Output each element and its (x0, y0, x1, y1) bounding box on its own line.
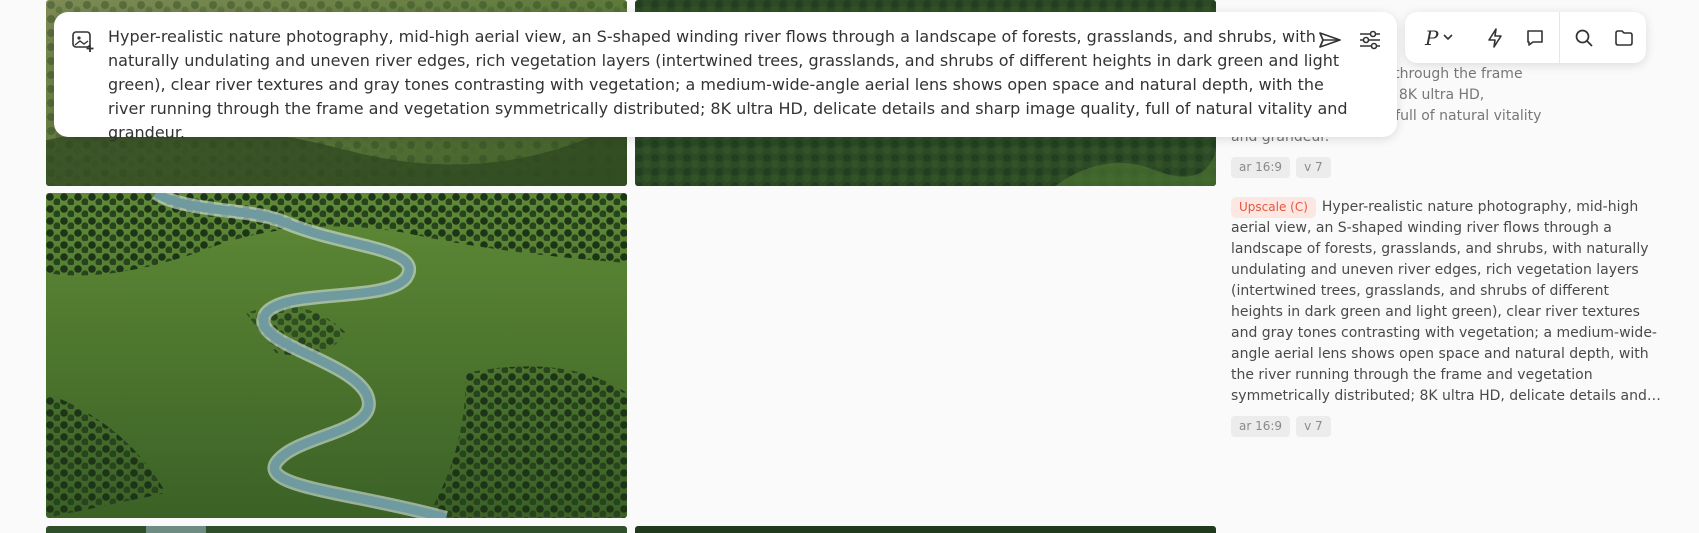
upscale-badge: Upscale (C) (1231, 197, 1316, 218)
chevron-down-icon (1442, 28, 1454, 47)
chat-icon[interactable] (1515, 18, 1555, 58)
generated-image-3[interactable] (46, 193, 627, 518)
aerial-river-image (46, 193, 627, 518)
prompt-bar[interactable]: Hyper-realistic nature photography, mid-… (54, 12, 1397, 142)
image-add-icon[interactable] (70, 28, 96, 54)
gallery-page: he river running through the frame cally… (0, 0, 1699, 533)
aspect-ratio-tag[interactable]: ar 16:9 (1231, 157, 1291, 178)
version-tag[interactable]: v 7 (1296, 157, 1331, 178)
prompt-text: Hyper-realistic nature photography, mid-… (1231, 199, 1657, 404)
current-job-details: Upscale (C) Hyper-realistic nature photog… (1231, 197, 1661, 437)
generated-image-5[interactable] (635, 526, 1216, 533)
version-tag[interactable]: v 7 (1296, 416, 1331, 437)
mode-selector[interactable]: P (1405, 26, 1475, 50)
aerial-image-partial (46, 526, 627, 533)
job-prompt[interactable]: Upscale (C) Hyper-realistic nature photog… (1231, 197, 1661, 407)
top-toolbar: P (1405, 12, 1646, 63)
send-icon[interactable] (1316, 26, 1344, 54)
aerial-image-partial (635, 526, 1216, 533)
parameter-tags: ar 16:9 v 7 (1231, 157, 1661, 178)
toolbar-divider (1559, 12, 1560, 63)
aspect-ratio-tag[interactable]: ar 16:9 (1231, 416, 1291, 437)
folder-icon[interactable] (1604, 18, 1644, 58)
search-icon[interactable] (1564, 18, 1604, 58)
sliders-icon[interactable] (1356, 26, 1384, 54)
prompt-input[interactable]: Hyper-realistic nature photography, mid-… (108, 25, 1358, 145)
parameter-tags: ar 16:9 v 7 (1231, 416, 1661, 437)
mode-letter: P (1425, 25, 1439, 50)
lightning-icon[interactable] (1475, 18, 1515, 58)
generated-image-4[interactable] (46, 526, 627, 533)
